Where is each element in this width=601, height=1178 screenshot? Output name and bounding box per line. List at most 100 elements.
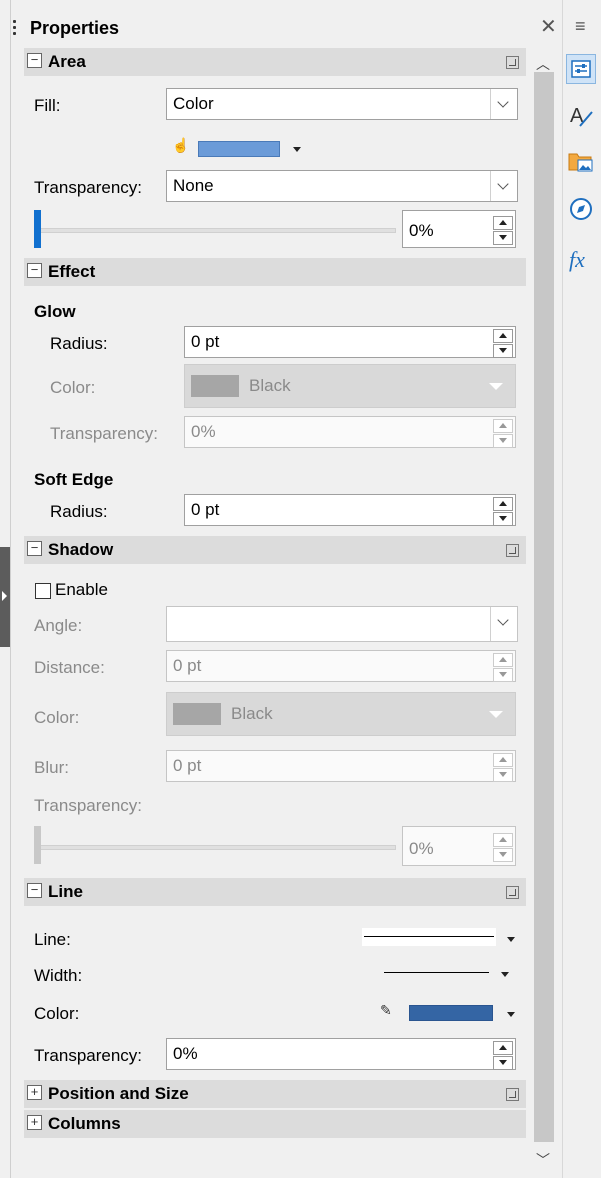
- glow-color-swatch: [191, 375, 239, 397]
- menu-icon[interactable]: ≡: [575, 16, 586, 37]
- shadow-color-value: Black: [231, 704, 273, 723]
- shadow-transparency-slider-thumb[interactable]: [34, 826, 41, 864]
- shadow-blur-label: Blur:: [34, 758, 69, 777]
- section-shadow-title: Shadow: [48, 540, 114, 559]
- spin-up-icon[interactable]: [493, 753, 513, 767]
- glow-radius-field[interactable]: 0 pt: [184, 326, 516, 358]
- spin-up-icon[interactable]: [493, 216, 513, 230]
- line-color-pen-icon[interactable]: ✎: [380, 1002, 392, 1019]
- properties-icon[interactable]: [566, 54, 596, 84]
- glow-radius-label: Radius:: [50, 334, 108, 353]
- more-options-icon[interactable]: [506, 886, 519, 899]
- collapse-icon[interactable]: −: [27, 541, 42, 556]
- close-icon[interactable]: ✕: [540, 14, 557, 39]
- line-style-dropdown-icon[interactable]: [507, 937, 515, 942]
- scrollbar-thumb[interactable]: [534, 72, 554, 1142]
- shadow-angle-select[interactable]: [166, 606, 518, 642]
- spin-up-icon[interactable]: [493, 653, 513, 667]
- section-position-size-header[interactable]: + Position and Size: [24, 1080, 526, 1108]
- chevron-down-icon: [490, 89, 517, 119]
- shadow-blur-field[interactable]: 0 pt: [166, 750, 516, 782]
- spin-down-icon[interactable]: [493, 344, 513, 358]
- fill-label: Fill:: [34, 96, 61, 115]
- spin-down-icon[interactable]: [493, 434, 513, 448]
- line-transparency-label: Transparency:: [34, 1046, 143, 1065]
- shadow-transparency-value: 0%: [409, 839, 434, 858]
- spin-up-icon[interactable]: [493, 833, 513, 847]
- soft-edge-radius-field[interactable]: 0 pt: [184, 494, 516, 526]
- expand-icon[interactable]: +: [27, 1115, 42, 1130]
- spin-up-icon[interactable]: [493, 1041, 513, 1055]
- area-transparency-slider-thumb[interactable]: [34, 210, 41, 248]
- chevron-down-icon: [490, 607, 517, 641]
- sidebar-collapse-handle[interactable]: [0, 547, 10, 647]
- shadow-enable-checkbox[interactable]: [35, 583, 51, 599]
- glow-radius-value: 0 pt: [191, 332, 220, 351]
- section-area-header[interactable]: − Area: [24, 48, 526, 76]
- section-columns-title: Columns: [48, 1114, 121, 1133]
- spin-down-icon[interactable]: [493, 231, 513, 245]
- collapse-icon[interactable]: −: [27, 53, 42, 68]
- more-options-icon[interactable]: [506, 544, 519, 557]
- spin-down-icon[interactable]: [493, 668, 513, 682]
- shadow-distance-field[interactable]: 0 pt: [166, 650, 516, 682]
- paint-bucket-icon[interactable]: ☝: [172, 137, 189, 154]
- dropdown-arrow-icon: [489, 711, 503, 718]
- area-transparency-select[interactable]: None: [166, 170, 518, 202]
- line-style-preview[interactable]: [362, 928, 496, 946]
- shadow-transparency-field[interactable]: 0%: [402, 826, 516, 866]
- soft-edge-radius-value: 0 pt: [191, 500, 220, 519]
- fill-color-dropdown-icon[interactable]: [293, 147, 301, 152]
- section-shadow-header[interactable]: − Shadow: [24, 536, 526, 564]
- section-effect-header[interactable]: − Effect: [24, 258, 526, 286]
- line-transparency-field[interactable]: 0%: [166, 1038, 516, 1070]
- section-area-title: Area: [48, 52, 86, 71]
- shadow-transparency-slider-track[interactable]: [36, 845, 396, 850]
- line-transparency-value: 0%: [173, 1044, 198, 1063]
- spin-up-icon[interactable]: [493, 497, 513, 511]
- line-width-label: Width:: [34, 966, 83, 985]
- navigator-icon[interactable]: [566, 194, 596, 224]
- spin-up-icon[interactable]: [493, 329, 513, 343]
- line-style-label: Line:: [34, 930, 71, 949]
- area-transparency-percent-field[interactable]: 0%: [402, 210, 516, 248]
- glow-color-select[interactable]: Black: [184, 364, 516, 408]
- gallery-icon[interactable]: [566, 146, 596, 176]
- more-options-icon[interactable]: [506, 1088, 519, 1101]
- spin-down-icon[interactable]: [493, 848, 513, 862]
- expand-icon[interactable]: +: [27, 1085, 42, 1100]
- glow-color-value: Black: [249, 376, 291, 395]
- line-color-dropdown-icon[interactable]: [507, 1012, 515, 1017]
- soft-edge-radius-label: Radius:: [50, 502, 108, 521]
- spin-up-icon[interactable]: [493, 419, 513, 433]
- collapse-icon[interactable]: −: [27, 263, 42, 278]
- spin-down-icon[interactable]: [493, 768, 513, 782]
- section-line-title: Line: [48, 882, 83, 901]
- glow-transparency-value: 0%: [191, 422, 216, 441]
- line-width-preview[interactable]: [384, 972, 489, 973]
- styles-icon[interactable]: A: [566, 100, 596, 130]
- fill-select[interactable]: Color: [166, 88, 518, 120]
- glow-color-label: Color:: [50, 378, 96, 397]
- area-transparency-slider-track[interactable]: [36, 228, 396, 233]
- drag-grip-icon[interactable]: [13, 20, 16, 38]
- shadow-color-swatch: [173, 703, 221, 725]
- scroll-up-icon[interactable]: ︿: [536, 54, 550, 74]
- shadow-distance-label: Distance:: [34, 658, 105, 677]
- section-line-header[interactable]: − Line: [24, 878, 526, 906]
- more-options-icon[interactable]: [506, 56, 519, 69]
- glow-transparency-field[interactable]: 0%: [184, 416, 516, 448]
- line-color-swatch[interactable]: [409, 1005, 493, 1021]
- functions-icon[interactable]: fx: [566, 244, 596, 274]
- section-columns-header[interactable]: + Columns: [24, 1110, 526, 1138]
- section-position-size-title: Position and Size: [48, 1084, 189, 1103]
- panel-title: Properties: [30, 18, 120, 38]
- spin-down-icon[interactable]: [493, 1056, 513, 1070]
- collapse-icon[interactable]: −: [27, 883, 42, 898]
- line-width-dropdown-icon[interactable]: [501, 972, 509, 977]
- fill-color-swatch[interactable]: [198, 141, 280, 157]
- shadow-color-select[interactable]: Black: [166, 692, 516, 736]
- area-transparency-label: Transparency:: [34, 178, 143, 197]
- scroll-down-icon[interactable]: ﹀: [536, 1150, 550, 1170]
- spin-down-icon[interactable]: [493, 512, 513, 526]
